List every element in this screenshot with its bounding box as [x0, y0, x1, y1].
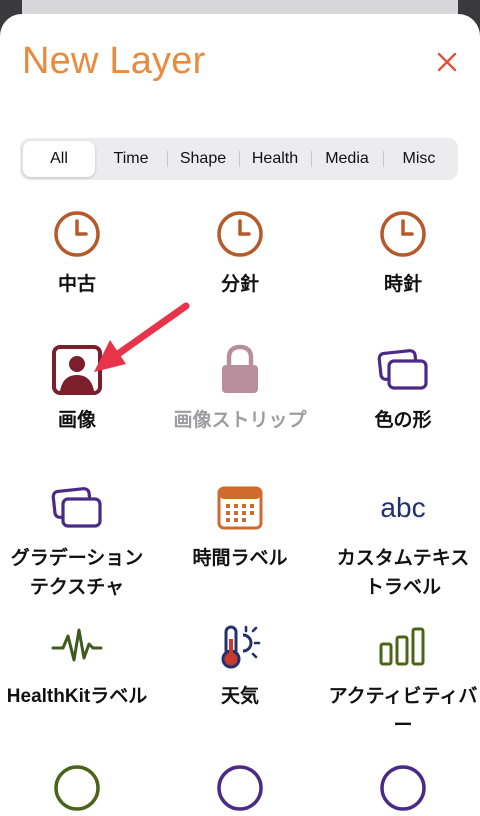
ring-icon — [210, 758, 270, 816]
layer-item-ring[interactable] — [160, 758, 320, 816]
layer-item-label: 分針 — [220, 274, 259, 295]
layer-item-color-shape[interactable]: 色の形 — [323, 340, 480, 435]
layer-item-image-strip[interactable]: 画像ストリップ — [160, 340, 320, 435]
clock-icon — [47, 204, 107, 264]
layer-item-label: 画像ストリップ — [173, 410, 307, 431]
layer-item-time-label[interactable]: 時間ラベル — [160, 478, 320, 573]
tab-media[interactable]: Media — [311, 141, 383, 177]
layer-item-label: 色の形 — [374, 410, 432, 431]
layer-item-label: グラデーションテクスチャ — [10, 548, 144, 598]
layer-item-weather[interactable]: 天気 — [160, 616, 320, 711]
layer-item-ring[interactable] — [0, 758, 157, 816]
layer-item-hour-hand[interactable]: 時針 — [323, 204, 480, 299]
clock-icon — [210, 204, 270, 264]
page-title: New Layer — [22, 40, 206, 82]
close-button[interactable] — [432, 46, 462, 76]
layer-item-gradient-texture[interactable]: グラデーションテクスチャ — [0, 478, 157, 602]
category-segmented-control: All Time Shape Health Media Misc — [20, 138, 458, 180]
layer-item-custom-text-label[interactable]: abc カスタムテキストラベル — [323, 478, 480, 602]
tab-all[interactable]: All — [23, 141, 95, 177]
bar-chart-icon — [373, 616, 433, 676]
close-x-icon — [437, 52, 457, 72]
tab-misc[interactable]: Misc — [383, 141, 455, 177]
heartbeat-waveform-icon — [47, 616, 107, 676]
layer-item-image[interactable]: 画像 — [0, 340, 157, 435]
clock-icon — [373, 204, 433, 264]
new-layer-sheet: New Layer All Time Shape Health Media Mi… — [0, 14, 480, 816]
thermometer-sun-icon — [210, 616, 270, 676]
ring-icon — [47, 758, 107, 816]
calendar-icon — [210, 478, 270, 538]
ring-icon — [373, 758, 433, 816]
layer-item-label: HealthKitラベル — [6, 686, 148, 707]
layer-item-label: 時間ラベル — [192, 548, 288, 569]
layer-item-ring[interactable] — [323, 758, 480, 816]
stacked-cards-icon — [47, 478, 107, 538]
layer-item-activity-bar[interactable]: アクティビティバー — [323, 616, 480, 740]
lock-icon — [210, 340, 270, 400]
layer-item-label: 天気 — [220, 686, 259, 707]
layer-item-label: カスタムテキストラベル — [336, 548, 470, 598]
layer-item-label: 画像 — [57, 410, 96, 431]
tab-shape[interactable]: Shape — [167, 141, 239, 177]
tab-health[interactable]: Health — [239, 141, 311, 177]
layer-item-label: アクティビティバー — [328, 686, 478, 736]
layer-item-label: 時針 — [383, 274, 422, 295]
abc-text-icon: abc — [380, 492, 426, 523]
layer-item-minute-hand[interactable]: 分針 — [160, 204, 320, 299]
layer-item-healthkit-label[interactable]: HealthKitラベル — [0, 616, 157, 711]
photo-portrait-icon — [47, 340, 107, 400]
layer-item-second-hand[interactable]: 中古 — [0, 204, 157, 299]
layer-item-label: 中古 — [57, 274, 96, 295]
stacked-cards-icon — [373, 340, 433, 400]
tab-time[interactable]: Time — [95, 141, 167, 177]
